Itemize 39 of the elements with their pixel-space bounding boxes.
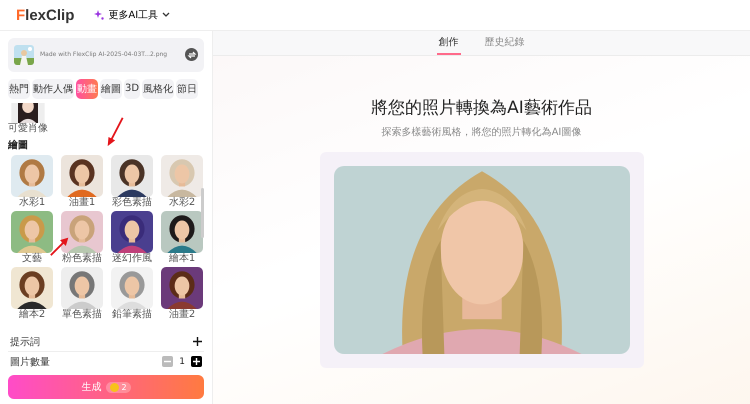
plus-icon — [193, 358, 200, 366]
ai-tools-menu[interactable]: 更多AI工具 — [92, 6, 172, 24]
logo[interactable]: FlexClip — [16, 6, 74, 24]
style-option[interactable]: 迷幻作風 — [110, 210, 154, 265]
style-option[interactable]: 繪本1 — [160, 210, 204, 265]
page-title: 將您的照片轉換為AI藝術作品 — [371, 97, 592, 119]
style-option[interactable]: 彩色素描 — [110, 154, 154, 209]
coin-icon — [110, 382, 120, 392]
swap-icon — [186, 50, 196, 60]
style-option[interactable]: 單色素描 — [60, 266, 104, 321]
category-tab[interactable]: 風格化 — [142, 78, 174, 99]
plus-icon — [193, 337, 202, 346]
sparkle-icon — [94, 10, 104, 20]
replace-button[interactable] — [185, 48, 198, 62]
chevron-down-icon — [162, 12, 170, 18]
category-tab[interactable]: 繪圖 — [100, 78, 122, 99]
style-option[interactable]: 文藝 — [10, 210, 54, 265]
style-option[interactable]: 油畫2 — [160, 266, 204, 321]
style-option[interactable]: 油畫1 — [60, 154, 104, 209]
tab[interactable]: 創作 — [436, 31, 460, 55]
credit-cost: 2 — [106, 382, 131, 393]
image-count-label: 圖片數量 — [10, 356, 50, 369]
style-option[interactable]: 粉色素描 — [60, 210, 104, 265]
page-subtitle: 探索多樣藝術風格，將您的照片轉化為AI圖像 — [382, 126, 582, 139]
prompt-label: 提示詞 — [10, 336, 40, 349]
style-option[interactable]: 水彩2 — [160, 154, 204, 209]
category-tab[interactable]: 動作人偶 — [32, 78, 74, 99]
image-count-value: 1 — [179, 356, 185, 367]
style-label: 可愛肖像 — [8, 122, 48, 135]
style-option[interactable]: 鉛筆素描 — [110, 266, 154, 321]
prompt-row[interactable]: 提示詞 — [8, 332, 204, 352]
style-option[interactable]: 水彩1 — [10, 154, 54, 209]
category-tab[interactable]: 節日 — [176, 78, 198, 99]
category-tab[interactable]: 熱門 — [8, 78, 30, 99]
arrow-drawing — [106, 117, 126, 147]
category-tab[interactable]: 3D — [124, 78, 140, 99]
plus-button[interactable] — [191, 356, 202, 368]
section-heading: 繪圖 — [8, 138, 29, 152]
style-option[interactable]: 繪本2 — [10, 266, 54, 321]
